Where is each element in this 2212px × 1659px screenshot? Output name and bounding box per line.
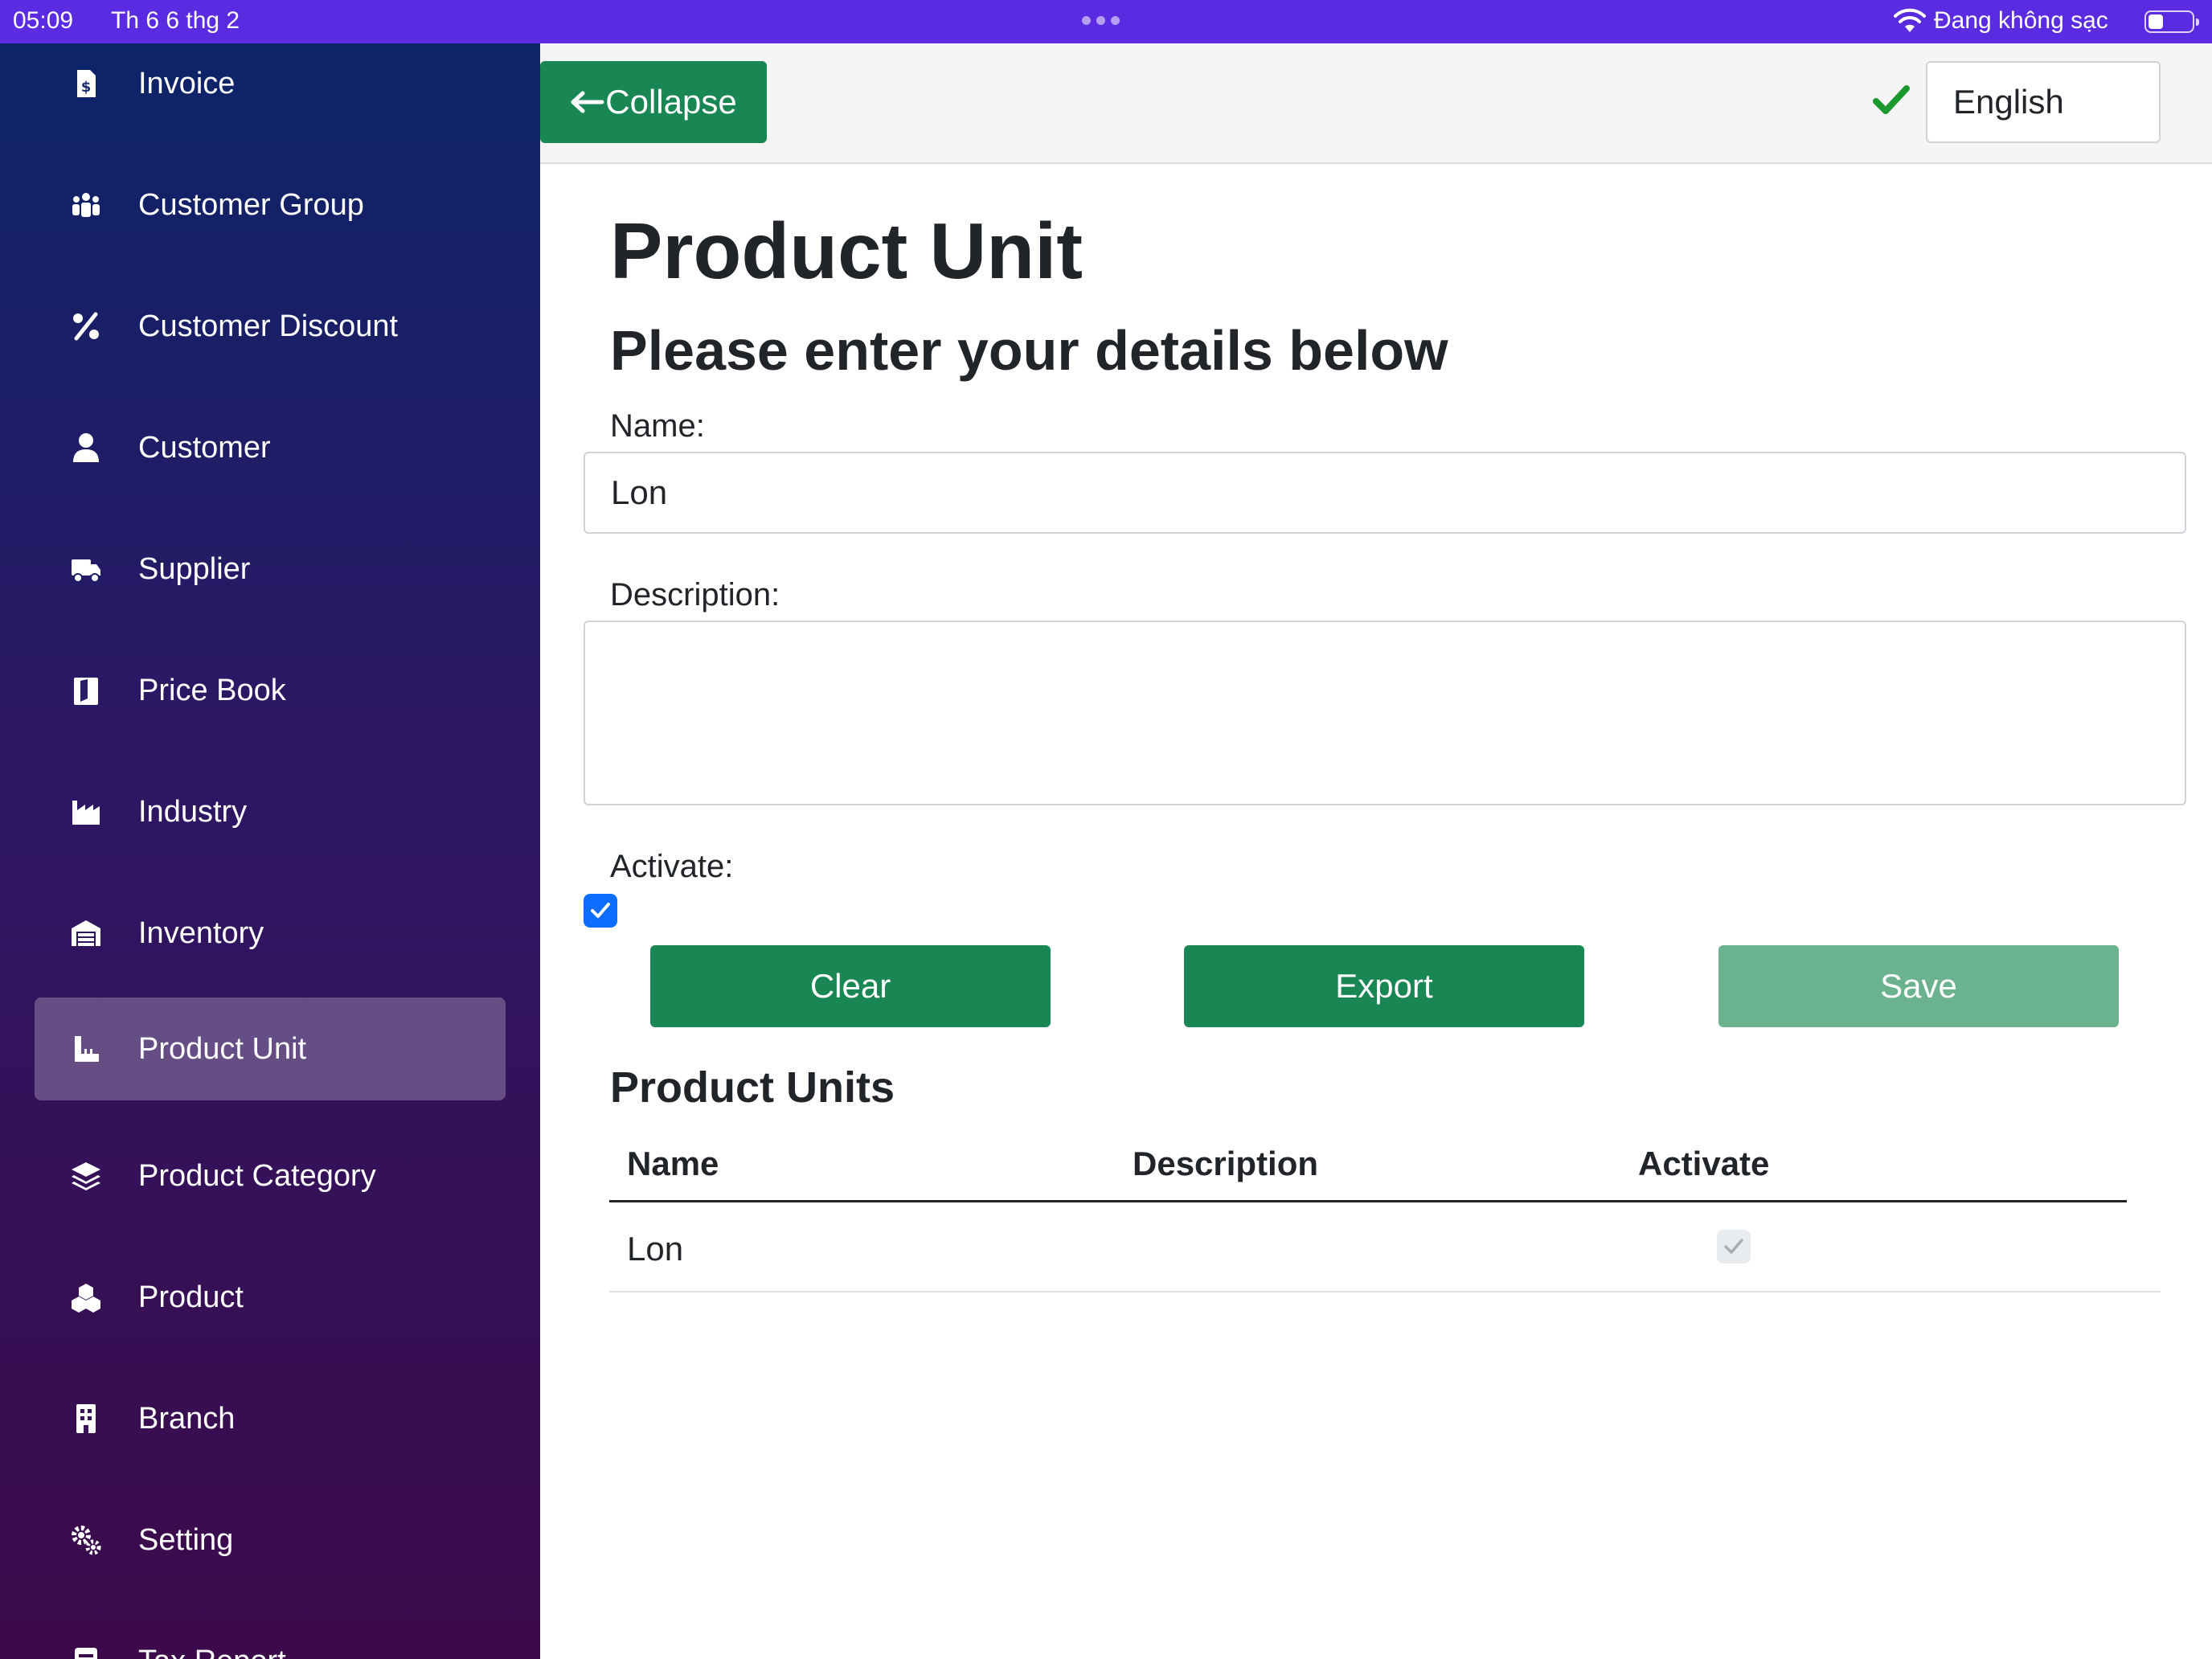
- export-button-label: Export: [1335, 967, 1433, 1005]
- sidebar-item-label: Customer Group: [138, 188, 364, 222]
- cubes-icon: [72, 1284, 100, 1313]
- charging-status: Đang không sạc: [1934, 7, 2108, 34]
- top-bar: Collapse English: [540, 43, 2212, 164]
- sidebar-item-supplier[interactable]: Supplier: [35, 518, 506, 621]
- description-label: Description:: [610, 577, 780, 612]
- warehouse-icon: [72, 920, 100, 946]
- page-title: Product Unit: [610, 207, 1083, 295]
- building-icon: [76, 1404, 96, 1433]
- battery-icon: [2144, 10, 2199, 33]
- collapse-button[interactable]: Collapse: [540, 61, 767, 143]
- arrow-left-icon: [571, 91, 604, 113]
- book-icon: [74, 678, 98, 705]
- sidebar-item-customer[interactable]: Customer: [35, 396, 506, 499]
- table-row[interactable]: Lon: [609, 1202, 2161, 1292]
- name-field[interactable]: Lon: [584, 452, 2186, 534]
- sidebar-item-product[interactable]: Product: [35, 1246, 506, 1349]
- clear-button[interactable]: Clear: [650, 945, 1051, 1027]
- svg-text:$: $: [81, 79, 92, 96]
- cell-name: Lon: [627, 1230, 684, 1268]
- language-value: English: [1953, 83, 2064, 121]
- status-bar: 05:09 Th 6 6 thg 2 Đang không sạc: [0, 0, 2212, 43]
- user-icon: [73, 433, 99, 462]
- multitasking-dots-icon[interactable]: [1082, 16, 1120, 25]
- sidebar-item-tax-report[interactable]: Tax Report: [35, 1610, 506, 1659]
- gears-icon: [72, 1526, 101, 1555]
- column-header-name: Name: [627, 1145, 719, 1182]
- wifi-icon: [1894, 8, 1926, 32]
- name-field-value: Lon: [611, 473, 668, 511]
- activate-label: Activate:: [610, 849, 734, 884]
- language-select[interactable]: English: [1926, 61, 2161, 143]
- name-label: Name:: [610, 408, 705, 444]
- check-icon: [1873, 85, 1910, 114]
- sidebar-item-label: Branch: [138, 1402, 236, 1436]
- sidebar-item-customer-discount[interactable]: Customer Discount: [35, 275, 506, 378]
- percent-icon: [73, 312, 99, 341]
- main-content: Product Unit Please enter your details b…: [540, 164, 2212, 1659]
- sidebar-item-inventory[interactable]: Inventory: [35, 882, 506, 985]
- column-header-description: Description: [1133, 1145, 1319, 1182]
- status-time: 05:09: [13, 7, 74, 34]
- activate-checkbox[interactable]: [584, 894, 617, 928]
- sidebar-item-price-book[interactable]: Price Book: [35, 639, 506, 742]
- sidebar-item-label: Inventory: [138, 916, 264, 950]
- save-button[interactable]: Save: [1718, 945, 2119, 1027]
- invoice-icon: $: [77, 70, 96, 97]
- truck-icon: [72, 559, 100, 583]
- sidebar-item-setting[interactable]: Setting: [35, 1489, 506, 1591]
- sidebar-item-branch[interactable]: Branch: [35, 1367, 506, 1470]
- sidebar-item-product-unit[interactable]: Product Unit: [35, 997, 506, 1100]
- users-icon: [72, 193, 100, 217]
- save-button-label: Save: [1880, 967, 1957, 1005]
- sidebar-item-invoice[interactable]: $ Invoice: [35, 43, 506, 135]
- sidebar-item-label: Supplier: [138, 552, 251, 586]
- sidebar-item-label: Invoice: [138, 67, 236, 100]
- sidebar-item-label: Customer Discount: [138, 309, 399, 343]
- report-icon: [75, 1648, 97, 1659]
- sidebar-item-label: Industry: [138, 795, 248, 829]
- column-header-activate: Activate: [1638, 1145, 1770, 1182]
- checkmark-icon: [1724, 1239, 1743, 1254]
- sidebar-item-label: Product Category: [138, 1159, 376, 1193]
- sidebar-item-label: Product: [138, 1280, 244, 1314]
- export-button[interactable]: Export: [1184, 945, 1584, 1027]
- collapse-label: Collapse: [605, 83, 737, 121]
- table-header: Name Description Activate: [609, 1114, 2127, 1202]
- status-date: Th 6 6 thg 2: [111, 7, 240, 34]
- sidebar-item-industry[interactable]: Industry: [35, 760, 506, 863]
- sidebar-item-label: Setting: [138, 1523, 234, 1557]
- row-activate-checkbox: [1717, 1230, 1751, 1264]
- description-field[interactable]: [584, 621, 2186, 805]
- sidebar-item-label: Tax Report: [138, 1645, 286, 1659]
- industry-icon: [72, 801, 100, 825]
- table-title: Product Units: [610, 1063, 895, 1112]
- sidebar-item-label: Product Unit: [138, 1032, 307, 1066]
- sidebar: $ Invoice Customer Group Customer Discou…: [0, 43, 540, 1659]
- ruler-icon: [75, 1036, 99, 1062]
- page-subtitle: Please enter your details below: [610, 319, 1448, 382]
- clear-button-label: Clear: [809, 967, 891, 1005]
- layers-icon: [72, 1162, 100, 1190]
- sidebar-item-label: Price Book: [138, 674, 286, 707]
- checkmark-icon: [591, 903, 610, 918]
- sidebar-item-label: Customer: [138, 431, 271, 465]
- sidebar-item-product-category[interactable]: Product Category: [35, 1124, 506, 1227]
- sidebar-item-customer-group[interactable]: Customer Group: [35, 154, 506, 256]
